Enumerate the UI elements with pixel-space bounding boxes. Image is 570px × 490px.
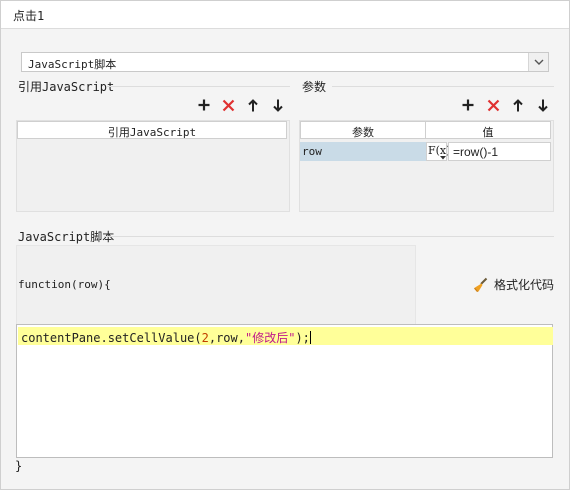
function-header-box: function(row){ [16, 245, 416, 325]
script-section-divider [104, 236, 554, 237]
function-signature: function(row){ [18, 278, 111, 291]
param-move-down-button[interactable] [534, 96, 552, 114]
chevron-down-icon [440, 156, 446, 160]
broom-icon [474, 277, 488, 292]
text-caret [309, 331, 311, 344]
param-row-value-field[interactable]: =row()-1 [448, 142, 551, 161]
code-editor[interactable]: contentPane.setCellValue(2,row,"修改后"); [16, 324, 553, 458]
param-add-button[interactable] [459, 96, 477, 114]
window-title: 点击1 [1, 1, 569, 29]
format-code-label: 格式化代码 [494, 278, 555, 292]
param-name-column-header[interactable]: 参数 [300, 121, 426, 139]
plus-icon [462, 99, 474, 111]
param-section-label: 参数 [302, 80, 327, 94]
param-delete-button[interactable] [484, 96, 502, 114]
param-table: 参数 值 row F(x) =row()-1 [299, 120, 554, 212]
ref-js-column-header[interactable]: 引用JavaScript [17, 121, 287, 139]
script-type-select-value: JavaScript脚本 [28, 58, 117, 71]
code-token-args: ,row, [208, 331, 245, 345]
script-type-select[interactable]: JavaScript脚本 [21, 52, 549, 72]
function-closing-brace: } [15, 459, 23, 473]
code-token-call: contentPane.setCellValue( [21, 331, 202, 345]
ref-js-table: 引用JavaScript [16, 120, 290, 212]
ref-js-section-divider [106, 86, 290, 87]
code-line-current[interactable]: contentPane.setCellValue(2,row,"修改后"); [18, 327, 553, 345]
param-section-divider [332, 86, 554, 87]
code-token-string: "修改后" [244, 331, 296, 345]
script-section-label: JavaScript脚本 [18, 230, 115, 244]
plus-icon [198, 99, 210, 111]
param-value-column-header[interactable]: 值 [425, 121, 551, 139]
arrow-up-icon [513, 98, 523, 111]
param-row-name-cell[interactable]: row [300, 142, 426, 161]
ref-js-section-label: 引用JavaScript [18, 80, 115, 94]
param-move-up-button[interactable] [509, 96, 527, 114]
arrow-up-icon [248, 98, 258, 111]
ref-delete-button[interactable] [219, 96, 237, 114]
ref-move-down-button[interactable] [269, 96, 287, 114]
chevron-down-icon[interactable] [528, 53, 548, 71]
code-token-number: 2 [201, 331, 209, 345]
ref-move-up-button[interactable] [244, 96, 262, 114]
arrow-down-icon [273, 99, 283, 112]
arrow-down-icon [538, 99, 548, 112]
delete-x-icon [487, 99, 499, 111]
ref-add-button[interactable] [195, 96, 213, 114]
formula-fx-button[interactable]: F(x) [426, 142, 450, 161]
delete-x-icon [222, 99, 234, 111]
format-code-button[interactable]: 格式化代码 [473, 276, 554, 293]
code-token-end: ); [295, 331, 310, 345]
